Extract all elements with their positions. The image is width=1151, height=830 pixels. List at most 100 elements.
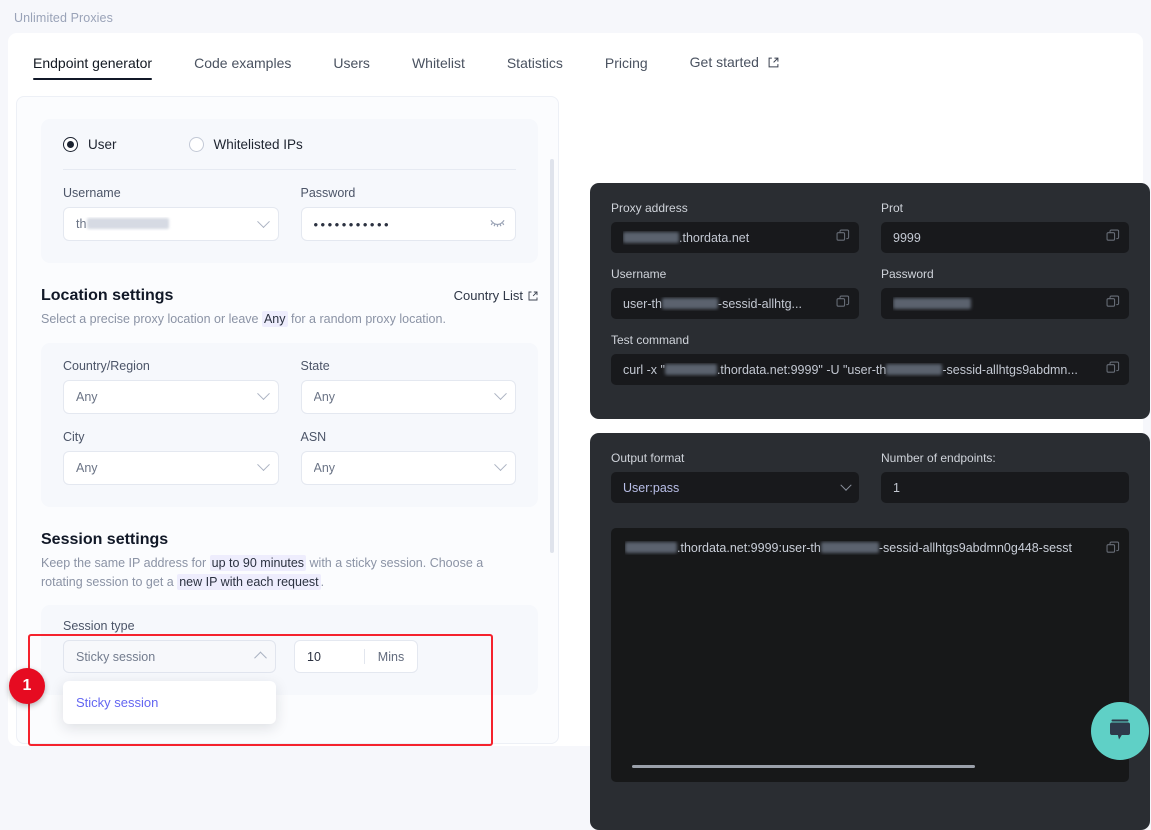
chevron-down-icon	[256, 387, 270, 401]
external-link-icon	[528, 289, 538, 304]
session-duration-input[interactable]: 10 Mins	[294, 640, 418, 674]
dark-password-label: Password	[881, 267, 934, 281]
copy-icon[interactable]	[1106, 361, 1120, 378]
endpoint-output-box[interactable]: .thordata.net:9999:user-th -sessid-allhtg…	[611, 528, 1129, 782]
password-input[interactable]: •••••••••••	[300, 207, 516, 241]
redaction-bar	[661, 297, 718, 309]
password-field-cell: Password •••••••••••	[300, 186, 516, 241]
tab-label: Endpoint generator	[33, 55, 153, 71]
state-select[interactable]: Any	[300, 379, 516, 414]
chat-widget-button[interactable]	[1091, 702, 1149, 760]
city-select[interactable]: Any	[63, 450, 279, 485]
tab-whitelist[interactable]: Whitelist	[412, 55, 465, 84]
divider	[63, 169, 516, 170]
copy-icon[interactable]	[1106, 229, 1120, 246]
tab-label: Users	[333, 55, 370, 71]
session-type-dropdown[interactable]: Sticky session	[63, 681, 276, 725]
country-select[interactable]: Any	[63, 379, 279, 414]
username-select[interactable]: th	[63, 207, 279, 241]
session-duration-value: 10	[307, 649, 321, 664]
state-field-cell: State Any	[300, 359, 516, 414]
port-value: 9999	[893, 230, 921, 245]
dark-username-cell: Username user-th -sessid-allhtg...	[611, 267, 859, 319]
output-format-value: User:pass	[623, 480, 680, 495]
radio-user-label: User	[88, 137, 117, 152]
copy-icon[interactable]	[1106, 541, 1120, 558]
session-type-value: Sticky session	[76, 649, 156, 664]
tab-bar: Endpoint generator Code examples Users W…	[8, 33, 1143, 84]
session-title: Session settings	[41, 530, 169, 548]
tab-users[interactable]: Users	[333, 55, 370, 84]
session-card: Session type Sticky session 10 Mins Stic…	[41, 605, 538, 725]
proxy-address-value-field[interactable]: .thordata.net	[611, 222, 859, 253]
asn-select[interactable]: Any	[300, 450, 516, 485]
endpoint-text: .thordata.net:9999:user-th -sessid-allhtg…	[625, 541, 1100, 555]
radio-dot-icon	[63, 137, 78, 152]
endpoint-horizontal-scrollbar[interactable]	[632, 765, 975, 768]
redaction-bar	[893, 297, 971, 309]
asn-field-cell: ASN Any	[300, 430, 516, 485]
configuration-panel: User Whitelisted IPs Username th Passwor…	[16, 96, 559, 744]
username-label: Username	[63, 186, 121, 200]
tab-label: Statistics	[506, 55, 563, 71]
tab-endpoint-generator[interactable]: Endpoint generator	[33, 55, 153, 84]
copy-icon[interactable]	[836, 295, 850, 312]
copy-icon[interactable]	[1106, 295, 1120, 312]
eye-off-icon[interactable]	[490, 217, 505, 231]
chevron-down-icon	[256, 214, 270, 228]
tab-pricing[interactable]: Pricing	[605, 55, 648, 84]
chevron-down-icon	[840, 479, 852, 491]
tab-statistics[interactable]: Statistics	[507, 55, 563, 84]
dark-username-value-field[interactable]: user-th -sessid-allhtg...	[611, 288, 859, 319]
highlight-duration: up to 90 minutes	[209, 554, 307, 571]
highlight-rotating: new IP with each request	[177, 573, 321, 590]
proxy-credentials-card: Proxy address .thordata.net Prot 9999 Us…	[590, 183, 1150, 419]
redaction-bar	[886, 363, 943, 375]
city-field-cell: City Any	[63, 430, 279, 485]
city-value: Any	[76, 460, 98, 475]
endpoint-count-value: 1	[893, 480, 900, 495]
left-panel-scrollbar[interactable]	[550, 159, 554, 553]
location-section-header: Location settings Country List	[41, 287, 538, 305]
endpoint-count-input[interactable]: 1	[881, 472, 1129, 503]
endpoint-count-cell: Number of endpoints: 1	[881, 451, 1129, 503]
session-type-select[interactable]: Sticky session	[63, 640, 276, 674]
session-duration-unit: Mins	[377, 649, 405, 664]
test-command-value-field[interactable]: curl -x " .thordata.net:9999" -U "user-th…	[611, 354, 1129, 385]
chevron-down-icon	[256, 458, 270, 472]
port-value-field[interactable]: 9999	[881, 222, 1129, 253]
radio-whitelist-label: Whitelisted IPs	[213, 137, 303, 152]
country-list-link[interactable]: Country List	[454, 288, 538, 304]
tab-code-examples[interactable]: Code examples	[194, 55, 291, 84]
radio-dot-icon	[188, 137, 204, 152]
session-description: Keep the same IP address for up to 90 mi…	[41, 554, 484, 590]
tab-label: Pricing	[604, 55, 648, 71]
session-type-label: Session type	[63, 619, 135, 634]
port-cell: Prot 9999	[881, 201, 1129, 253]
external-link-icon	[768, 55, 779, 71]
redaction-bar	[820, 542, 879, 553]
dark-password-value-field[interactable]	[881, 288, 1129, 319]
tab-get-started[interactable]: Get started	[690, 54, 779, 84]
endpoint-line: .thordata.net:9999:user-th -sessid-allhtg…	[625, 541, 1120, 558]
radio-user[interactable]: User	[63, 137, 117, 152]
location-title: Location settings	[41, 287, 174, 304]
output-format-select[interactable]: User:pass	[611, 472, 859, 503]
chevron-up-icon	[254, 651, 267, 665]
dark-username-label: Username	[611, 267, 667, 281]
session-section-header: Session settings	[41, 531, 538, 549]
auth-mode-group: User Whitelisted IPs	[63, 137, 516, 152]
username-password-row: Username user-th -sessid-allhtg... Passwo…	[611, 267, 1129, 319]
copy-icon[interactable]	[836, 229, 850, 246]
tab-label: Whitelist	[411, 55, 465, 71]
proxy-address-value: .thordata.net	[623, 231, 830, 245]
radio-whitelisted-ips[interactable]: Whitelisted IPs	[188, 137, 303, 152]
credentials-row: Username th Password •••••••••••	[63, 186, 516, 241]
session-controls-row: Sticky session 10 Mins	[63, 640, 516, 674]
test-command-value: curl -x " .thordata.net:9999" -U "user-th…	[623, 362, 1078, 377]
proxy-address-cell: Proxy address .thordata.net	[611, 201, 859, 253]
test-command-cell: Test command curl -x " .thordata.net:9999…	[611, 333, 1129, 385]
dropdown-option-sticky-session[interactable]: Sticky session	[63, 687, 276, 718]
password-label: Password	[300, 186, 356, 200]
state-value: Any	[313, 389, 336, 404]
